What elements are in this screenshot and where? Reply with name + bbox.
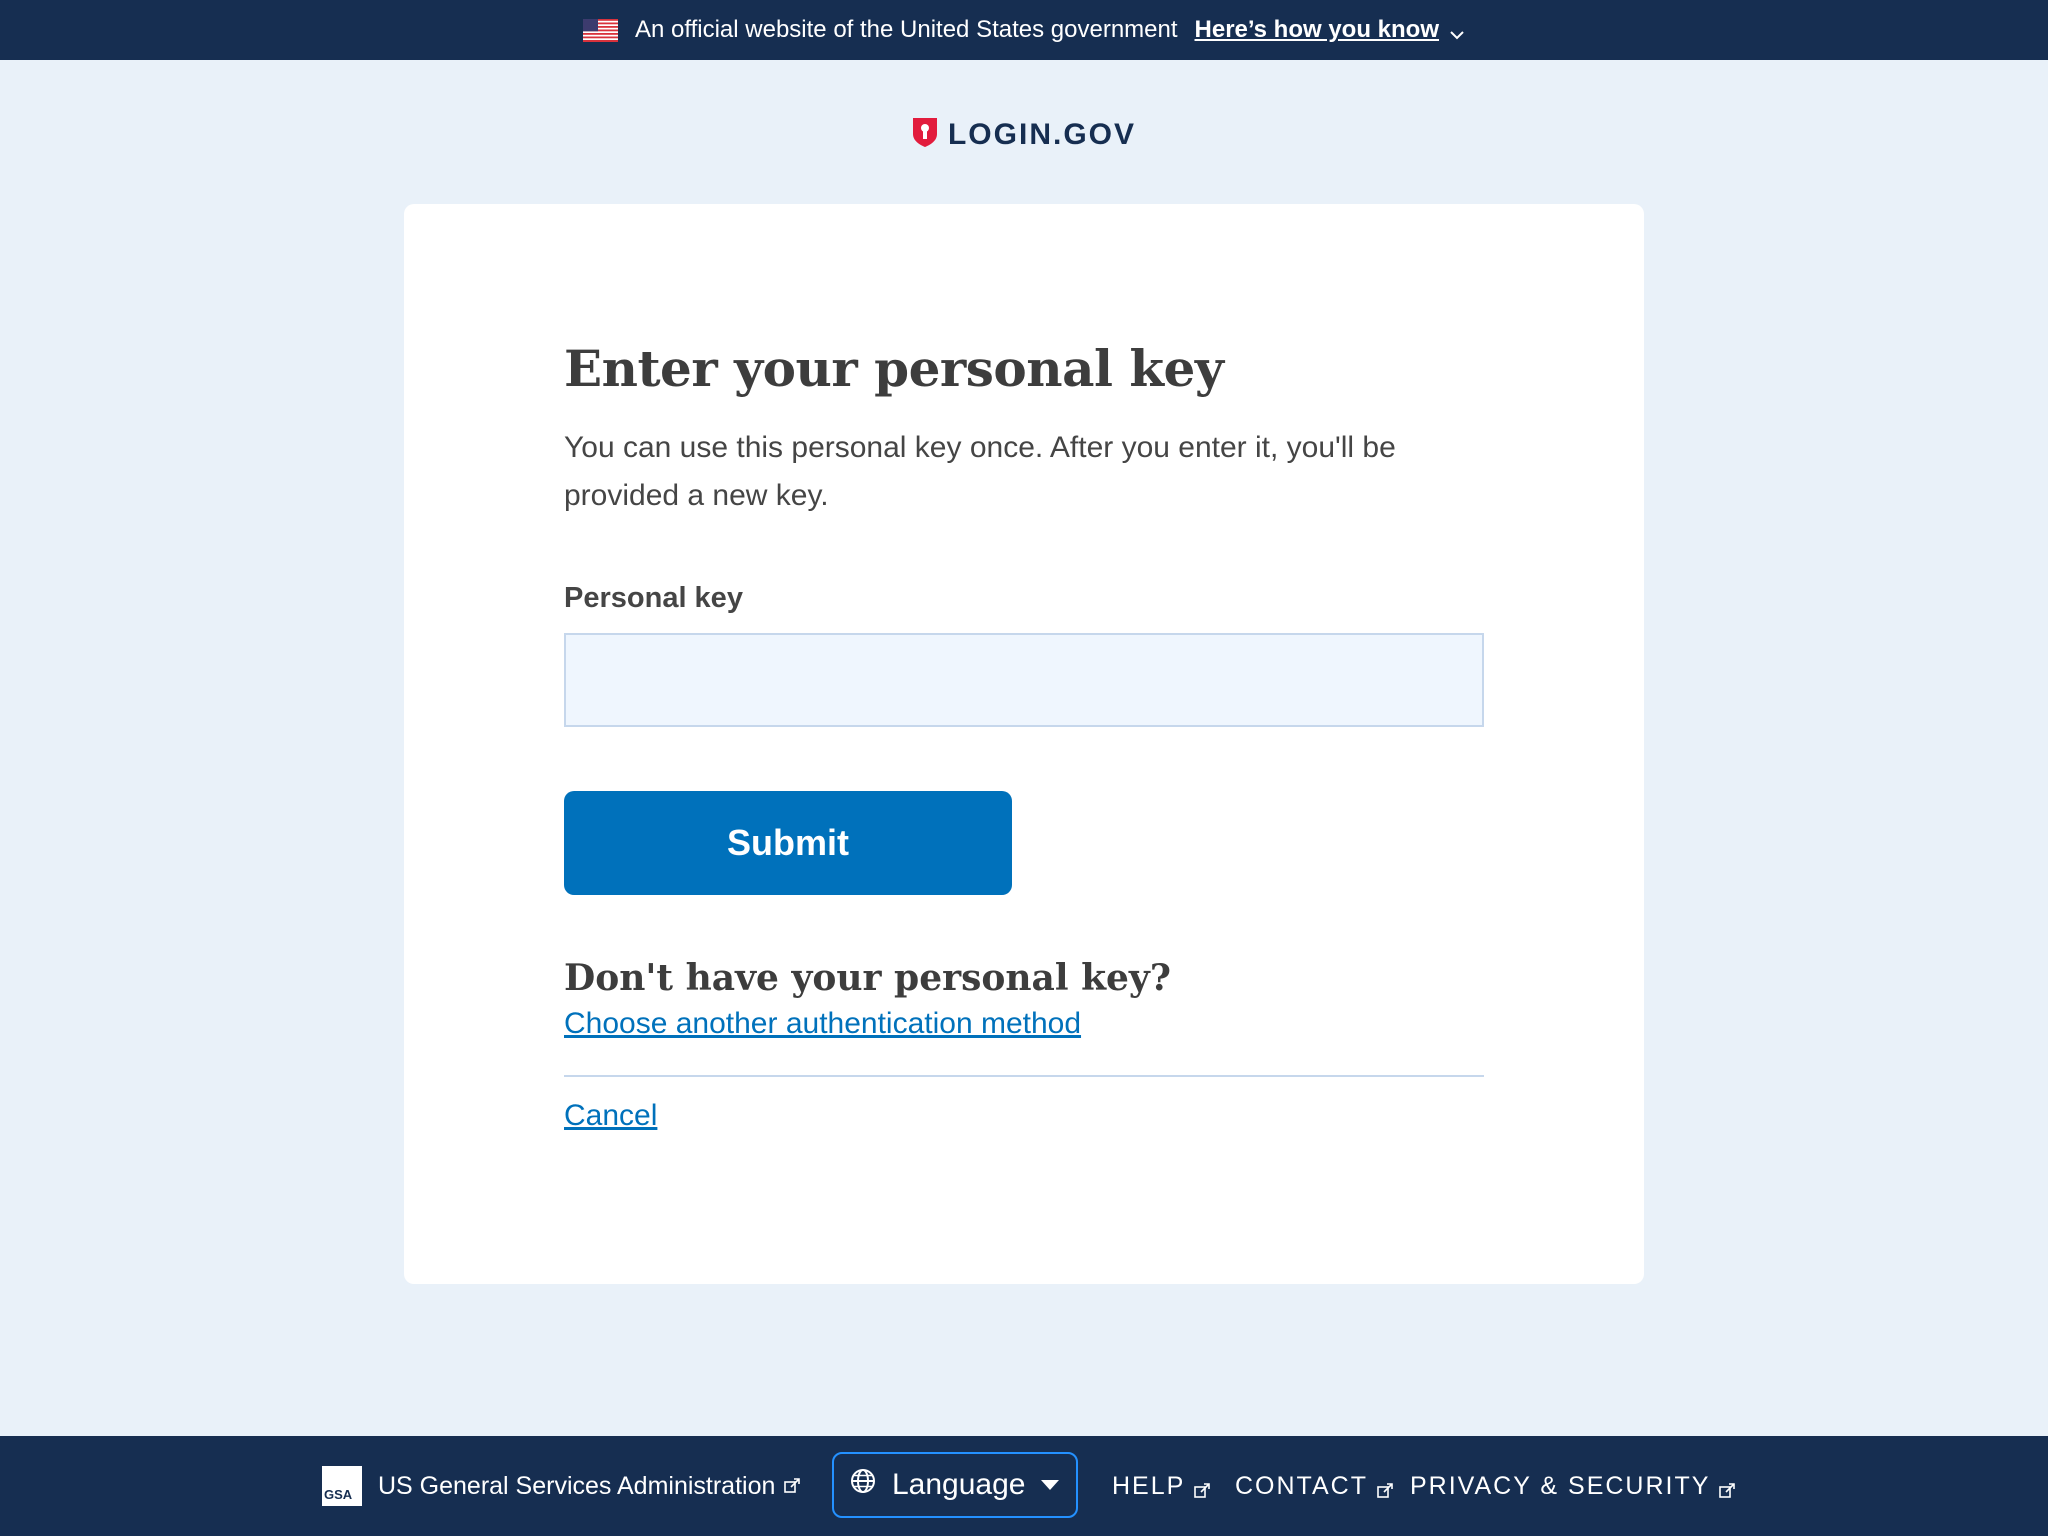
external-link-icon	[1193, 1478, 1211, 1498]
footer: GSA US General Services Administration L…	[0, 1436, 2048, 1536]
privacy-security-link-text: PRIVACY & SECURITY	[1410, 1472, 1711, 1500]
external-link-icon	[1718, 1478, 1736, 1498]
no-key-heading: Don't have your personal key?	[564, 957, 1171, 999]
how-you-know-link[interactable]: Here’s how you know	[1195, 16, 1440, 44]
language-button[interactable]: Language	[832, 1452, 1078, 1518]
cancel-link[interactable]: Cancel	[564, 1099, 657, 1133]
login-gov-logo[interactable]: LOGIN.GOV	[0, 116, 2048, 153]
form-content: Enter your personal key You can use this…	[564, 334, 1484, 1133]
choose-another-method-link[interactable]: Choose another authentication method	[564, 1007, 1081, 1041]
caret-down-icon	[1041, 1480, 1060, 1490]
contact-link-text: CONTACT	[1235, 1472, 1368, 1500]
submit-button[interactable]: Submit	[564, 791, 1012, 895]
contact-link[interactable]: CONTACT	[1235, 1472, 1394, 1501]
personal-key-input[interactable]	[564, 633, 1484, 727]
help-link-text: HELP	[1112, 1472, 1186, 1500]
gov-banner-text: An official website of the United States…	[634, 16, 1178, 43]
external-link-icon	[783, 1477, 801, 1495]
divider	[564, 1075, 1484, 1077]
language-label: Language	[892, 1468, 1026, 1501]
globe-icon	[850, 1468, 876, 1502]
intro-text: You can use this personal key once. Afte…	[564, 431, 1396, 512]
page-title: Enter your personal key	[564, 339, 1224, 398]
personal-key-label: Personal key	[564, 582, 743, 614]
chevron-down-icon[interactable]	[1449, 22, 1465, 40]
gsa-link-text: US General Services Administration	[378, 1471, 776, 1500]
help-link[interactable]: HELP	[1112, 1472, 1211, 1501]
gov-banner: An official website of the United States…	[0, 0, 2048, 60]
gsa-logo: GSA	[322, 1466, 362, 1506]
us-flag-icon	[582, 18, 618, 42]
privacy-security-link[interactable]: PRIVACY & SECURITY	[1410, 1472, 1736, 1501]
login-shield-icon	[912, 116, 938, 153]
logo-text: LOGIN.GOV	[947, 117, 1136, 151]
main-card: Enter your personal key You can use this…	[404, 204, 1644, 1284]
external-link-icon	[1376, 1478, 1394, 1498]
gsa-link[interactable]: GSA US General Services Administration	[322, 1466, 801, 1506]
